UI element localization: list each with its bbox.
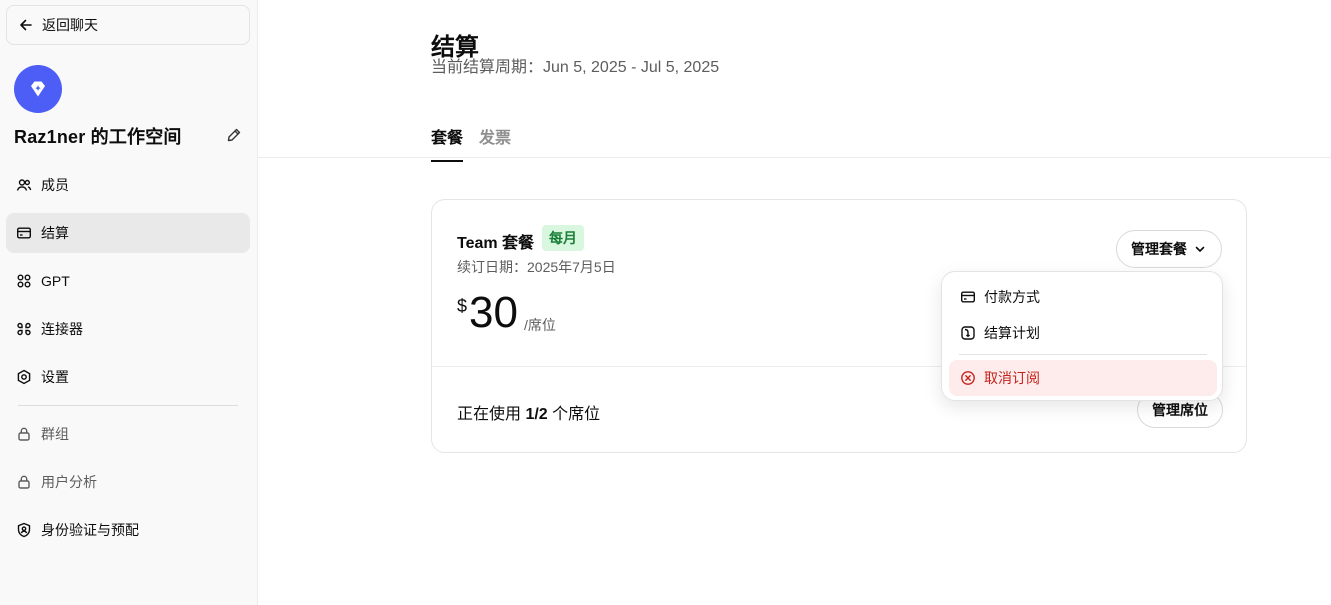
menu-item-label: 付款方式 [984,289,1040,305]
sidebar-item-members[interactable]: 成员 [6,165,250,205]
credit-card-icon [961,291,976,303]
seats-usage: 正在使用 1/2 个席位 [457,400,600,424]
workspace-logo [14,65,62,113]
billing-plan-icon [961,326,975,340]
sidebar-item-label: 身份验证与预配 [41,522,139,538]
sidebar-item-label: GPT [41,273,70,289]
sidebar-item-label: 设置 [41,369,69,385]
manage-plan-menu: 付款方式 结算计划 取消订阅 [941,271,1223,401]
billing-period: 当前结算周期：Jun 5, 2025 - Jul 5, 2025 [431,59,720,76]
manage-plan-button[interactable]: 管理套餐 [1116,230,1222,268]
chevron-down-icon [1195,246,1205,252]
sidebar-item-identity[interactable]: 身份验证与预配 [6,510,250,550]
lock-icon [18,427,30,441]
sidebar-item-label: 结算 [41,225,69,241]
cancel-circle-icon [961,371,975,385]
credit-card-icon [17,227,32,239]
menu-item-label: 取消订阅 [984,370,1040,386]
back-to-chat-label: 返回聊天 [42,17,98,33]
shield-user-icon [17,522,31,538]
lock-icon [18,475,30,489]
sidebar-item-user-analytics[interactable]: 用户分析 [6,462,250,502]
menu-item-label: 结算计划 [984,325,1040,341]
back-to-chat-button[interactable]: 返回聊天 [6,5,250,45]
sidebar-item-label: 连接器 [41,321,83,337]
tabs-divider [258,157,1331,158]
pencil-icon[interactable] [226,127,242,143]
price-currency: $ [457,296,468,316]
menu-item-cancel-subscription[interactable]: 取消订阅 [949,360,1217,396]
seats-prefix: 正在使用 [457,406,526,423]
menu-item-payment-method[interactable]: 付款方式 [949,279,1217,315]
arrow-left-icon [20,19,32,31]
sidebar-item-billing[interactable]: 结算 [6,213,250,253]
menu-divider [959,354,1207,355]
renewal-date: 续订日期：2025年7月5日 [457,259,616,275]
billing-frequency-badge: 每月 [542,225,584,251]
sidebar: 返回聊天 Raz1ner 的工作空间 成员 结算 GPT 连接器 设置 群组 用… [0,0,258,605]
connector-icon [17,322,31,336]
price-unit: /席位 [524,317,556,333]
sidebar-item-connectors[interactable]: 连接器 [6,309,250,349]
seats-suffix: 个席位 [547,406,601,423]
gear-icon [17,369,31,385]
price-amount: 30 [469,288,518,337]
sidebar-item-groups[interactable]: 群组 [6,414,250,454]
manage-plan-label: 管理套餐 [1131,241,1187,257]
grid-icon [17,274,31,288]
seats-value: 1/2 [525,406,548,423]
sidebar-item-gpt[interactable]: GPT [6,261,250,301]
sidebar-item-settings[interactable]: 设置 [6,357,250,397]
menu-item-billing-plan[interactable]: 结算计划 [949,315,1217,351]
workspace-name: Raz1ner 的工作空间 [14,127,182,147]
diamond-icon [31,81,45,97]
sidebar-item-label: 群组 [41,426,69,442]
sidebar-item-label: 用户分析 [41,474,97,490]
sidebar-divider [18,405,238,406]
plan-name: Team 套餐 [457,235,535,252]
sidebar-item-label: 成员 [41,177,69,193]
people-icon [16,179,32,191]
